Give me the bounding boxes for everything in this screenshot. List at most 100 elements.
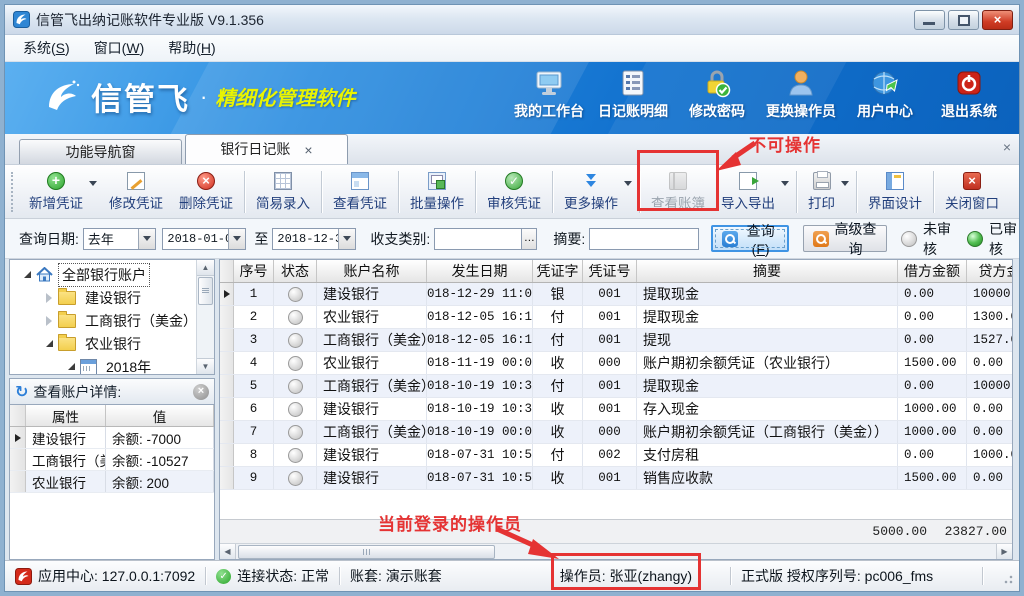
table-row[interactable]: 6建设银行2018-10-19 10:30收001存入现金1000.000.00	[220, 398, 1012, 421]
column-header-0[interactable]: 序号	[234, 260, 274, 282]
resize-grip[interactable]	[1001, 574, 1013, 586]
menu-item-0[interactable]: 系统(S)	[11, 38, 82, 58]
close-tab-icon[interactable]: ×	[304, 143, 312, 157]
table-row[interactable]: 8建设银行2018-07-31 10:57付002支付房租0.001000.00	[220, 444, 1012, 467]
tree-item-0[interactable]: 全部银行账户	[10, 263, 214, 286]
toolbar-button-add-voucher[interactable]: 新增凭证	[21, 169, 101, 215]
toolbar-button-batch-operate[interactable]: 批量操作	[402, 169, 472, 215]
tree-item-1[interactable]: 建设银行	[10, 286, 214, 309]
scroll-up-icon[interactable]: ▲	[197, 260, 214, 276]
toolbar-button-print[interactable]: 打印	[800, 169, 853, 215]
status-unaudited-icon	[288, 310, 303, 325]
legend-audited[interactable]: 已审核	[967, 219, 1019, 259]
column-header-1[interactable]: 状态	[274, 260, 317, 282]
cell-seq: 5	[234, 375, 274, 397]
scroll-down-icon[interactable]: ▼	[197, 358, 214, 374]
detail-row[interactable]: 建设银行余额: -7000	[10, 427, 214, 449]
chevron-down-icon[interactable]	[781, 181, 789, 186]
scrollbar-thumb[interactable]	[238, 545, 495, 559]
scrollbar-thumb[interactable]	[198, 277, 213, 305]
horizontal-scrollbar[interactable]: ◀ ▶	[220, 543, 1012, 559]
tree-item-3[interactable]: 农业银行	[10, 332, 214, 355]
tree-item-2[interactable]: 工商银行（美金）	[10, 309, 214, 332]
close-button[interactable]: ×	[982, 10, 1013, 30]
toolbar-drag-handle[interactable]	[11, 172, 17, 212]
detail-column-header[interactable]: 属性	[26, 405, 106, 426]
toolbar-button-delete-voucher[interactable]: 删除凭证	[171, 169, 241, 215]
cell-seq: 9	[234, 467, 274, 489]
column-header-3[interactable]: 发生日期	[427, 260, 533, 282]
banner-button-user-center[interactable]: 用户中心	[843, 68, 927, 125]
brand-slogan: 精细化管理软件	[215, 82, 355, 111]
legend-unaudited[interactable]: 未审核	[901, 219, 953, 259]
collapsed-icon[interactable]	[46, 316, 52, 326]
scroll-left-icon[interactable]: ◀	[220, 544, 236, 559]
detail-column-header[interactable]: 值	[106, 405, 214, 426]
toolbar-button-close-window[interactable]: 关闭窗口	[937, 169, 1007, 215]
table-row[interactable]: 5工商银行（美金）2018-10-19 10:35付001提取现金0.00100…	[220, 375, 1012, 398]
expanded-icon[interactable]	[46, 340, 53, 347]
scroll-right-icon[interactable]: ▶	[996, 544, 1012, 559]
toolbar-button-import-export[interactable]: 导入导出	[713, 169, 793, 215]
chevron-down-icon[interactable]	[89, 181, 97, 186]
query-button-label: 查询(F)	[743, 221, 778, 257]
restore-button[interactable]	[948, 10, 979, 30]
advanced-query-button[interactable]: 高级查询	[803, 225, 887, 252]
toolbar-button-easy-entry[interactable]: 简易录入	[248, 169, 318, 215]
tree-scrollbar[interactable]: ▲ ▼	[196, 260, 214, 374]
toolbar-button-more-operate[interactable]: 更多操作	[556, 169, 636, 215]
toolbar-button-edit-voucher[interactable]: 修改凭证	[101, 169, 171, 215]
tab-bank-journal[interactable]: 银行日记账×	[185, 134, 348, 164]
tabbar-close-icon[interactable]: ×	[1003, 139, 1011, 155]
print-icon	[813, 172, 831, 190]
menu-item-2[interactable]: 帮助(H)	[156, 38, 227, 58]
banner-button-journal-detail[interactable]: 日记账明细	[591, 68, 675, 125]
toolbar-button-audit-voucher[interactable]: 审核凭证	[479, 169, 549, 215]
banner-button-change-password[interactable]: 修改密码	[675, 68, 759, 125]
toolbar-button-ui-design[interactable]: 界面设计	[860, 169, 930, 215]
table-row[interactable]: 7工商银行（美金）2018-10-19 00:00收000账户期初余额凭证（工商…	[220, 421, 1012, 444]
table-row[interactable]: 3工商银行（美金）2018-12-05 16:12付001提现0.001527.…	[220, 329, 1012, 352]
column-header-5[interactable]: 凭证号	[583, 260, 637, 282]
chevron-down-icon[interactable]	[228, 229, 245, 249]
category-input[interactable]	[434, 228, 522, 250]
chevron-down-icon[interactable]	[624, 181, 632, 186]
column-header-8[interactable]: 贷方金额	[967, 260, 1013, 282]
minimize-button[interactable]	[914, 10, 945, 30]
banner-button-exit-system[interactable]: 退出系统	[927, 68, 1011, 125]
refresh-icon[interactable]: ↻	[15, 384, 28, 400]
calendar-icon	[80, 359, 97, 375]
table-row[interactable]: 4农业银行2018-11-19 00:00收000账户期初余额凭证（农业银行）1…	[220, 352, 1012, 375]
detail-row[interactable]: 农业银行余额: 200	[10, 471, 214, 493]
table-row[interactable]: 1建设银行2018-12-29 11:03银001提取现金0.0010000.0…	[220, 283, 1012, 306]
column-header-6[interactable]: 摘要	[637, 260, 898, 282]
category-picker-button[interactable]: …	[522, 228, 537, 250]
globe-icon	[870, 68, 900, 98]
brand-dot: ·	[200, 84, 207, 110]
table-row[interactable]: 9建设银行2018-07-31 10:56收001销售应收款1500.000.0…	[220, 467, 1012, 490]
chevron-down-icon[interactable]	[138, 229, 155, 249]
expanded-icon[interactable]	[68, 363, 75, 370]
column-header-2[interactable]: 账户名称	[317, 260, 427, 282]
date-from-select[interactable]: 2018-01-01	[162, 228, 246, 250]
menu-item-1[interactable]: 窗口(W)	[82, 38, 157, 58]
date-to-select[interactable]: 2018-12-31	[272, 228, 356, 250]
chevron-down-icon[interactable]	[841, 181, 849, 186]
banner-button-switch-operator[interactable]: 更换操作员	[759, 68, 843, 125]
date-range-select[interactable]: 去年	[83, 228, 157, 250]
summary-input[interactable]	[589, 228, 699, 250]
tab-nav[interactable]: 功能导航窗	[19, 139, 182, 164]
table-row[interactable]: 2农业银行2018-12-05 16:13付001提取现金0.001300.00	[220, 306, 1012, 329]
column-header-4[interactable]: 凭证字	[533, 260, 583, 282]
column-header-7[interactable]: 借方金额	[898, 260, 967, 282]
banner-button-workbench[interactable]: 我的工作台	[507, 68, 591, 125]
query-button[interactable]: 查询(F)	[711, 225, 789, 252]
expanded-icon[interactable]	[24, 271, 31, 278]
folder-icon	[58, 314, 76, 328]
detail-row[interactable]: 工商银行（美余额: -10527	[10, 449, 214, 471]
close-detail-icon[interactable]: ×	[193, 384, 209, 400]
chevron-down-icon[interactable]	[338, 229, 355, 249]
toolbar-button-view-voucher[interactable]: 查看凭证	[325, 169, 395, 215]
tree-item-4[interactable]: 2018年	[10, 355, 214, 375]
collapsed-icon[interactable]	[46, 293, 52, 303]
